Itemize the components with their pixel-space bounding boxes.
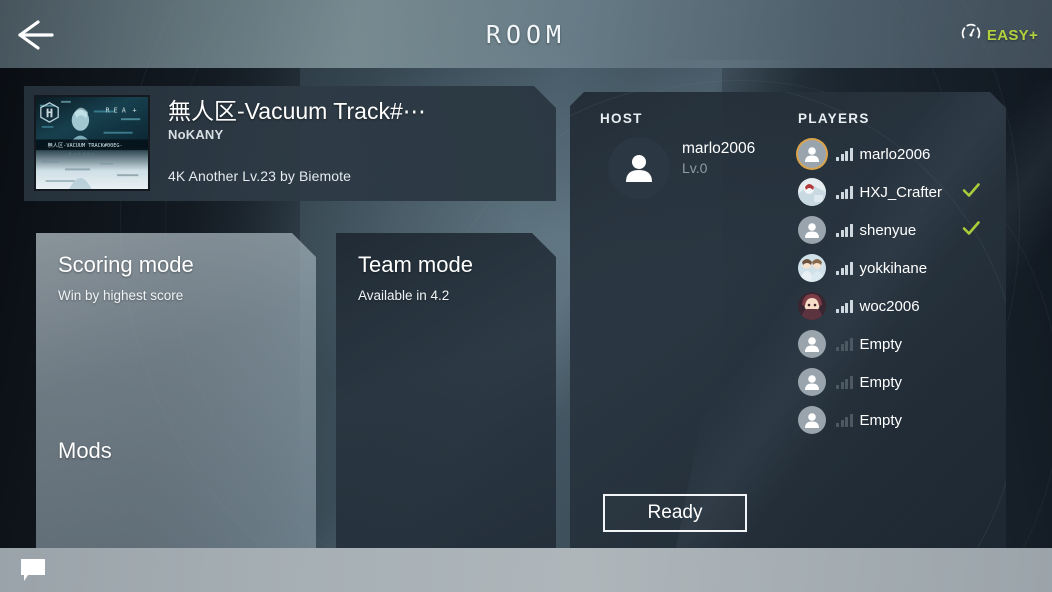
player-row-empty[interactable]: Empty	[798, 325, 998, 363]
signal-bars-icon	[836, 185, 853, 199]
player-row-empty[interactable]: Empty	[798, 401, 998, 439]
ready-button[interactable]: Ready	[603, 494, 747, 532]
player-name: Empty	[859, 411, 903, 429]
player-name: marlo2006	[859, 145, 931, 163]
song-title: 無人区-Vacuum Track#⋯	[168, 98, 426, 124]
ready-check-icon	[961, 180, 981, 200]
svg-text:無人区-VACUUM TRACK#00EG-: 無人区-VACUUM TRACK#00EG-	[48, 141, 123, 149]
player-avatar	[798, 292, 826, 320]
player-name: yokkihane	[859, 259, 928, 277]
bottom-bar	[0, 548, 1052, 592]
app-stage: ROOM EASY+ R E A + 無人区-VACUUM TRACK#00EG…	[0, 0, 1052, 592]
mods-label[interactable]: Mods	[58, 438, 112, 464]
top-bar: ROOM EASY+	[0, 0, 1052, 68]
players-column-label: PLAYERS	[798, 111, 870, 126]
person-icon	[802, 144, 822, 164]
ready-check-icon	[961, 218, 981, 238]
svg-text:+: +	[133, 106, 137, 114]
player-name: shenyue	[859, 221, 917, 239]
player-row[interactable]: woc2006	[798, 287, 998, 325]
player-avatar	[798, 178, 826, 206]
room-players-panel: HOST PLAYERS marlo2006 Lv.0 marlo2006 HXJ…	[570, 92, 1006, 548]
scoring-mode-panel[interactable]: Scoring mode Win by highest score Mods	[36, 233, 316, 548]
player-row[interactable]: marlo2006	[798, 135, 998, 173]
signal-bars-icon	[836, 375, 853, 389]
album-cover: R E A + 無人区-VACUUM TRACK#00EG- N o K A N…	[34, 95, 150, 191]
host-name: marlo2006	[682, 140, 756, 157]
song-artist: NoKANY	[168, 127, 224, 142]
player-name: HXJ_Crafter	[859, 183, 943, 201]
player-row[interactable]: yokkihane	[798, 249, 998, 287]
player-avatar	[798, 140, 826, 168]
song-info-panel[interactable]: R E A + 無人区-VACUUM TRACK#00EG- N o K A N…	[24, 86, 556, 201]
scoring-mode-title: Scoring mode	[58, 252, 194, 277]
ready-check-icon	[961, 218, 981, 238]
player-avatar	[798, 368, 826, 396]
player-avatar	[798, 216, 826, 244]
person-icon	[802, 334, 822, 354]
person-icon	[802, 372, 822, 392]
signal-bars-icon	[836, 337, 853, 351]
page-title: ROOM	[485, 19, 567, 49]
team-mode-title: Team mode	[358, 252, 473, 277]
player-avatar	[798, 330, 826, 358]
player-avatar	[798, 406, 826, 434]
team-mode-panel[interactable]: Team mode Available in 4.2	[336, 233, 556, 548]
host-avatar	[608, 137, 670, 199]
player-row[interactable]: HXJ_Crafter	[798, 173, 998, 211]
person-icon	[620, 149, 658, 187]
person-icon	[802, 220, 822, 240]
ready-check-icon	[961, 180, 981, 200]
player-row-empty[interactable]: Empty	[798, 363, 998, 401]
signal-bars-icon	[836, 223, 853, 237]
player-name: woc2006	[859, 297, 920, 315]
song-difficulty: 4K Another Lv.23 by Biemote	[168, 168, 351, 184]
signal-bars-icon	[836, 261, 853, 275]
host-level: Lv.0	[682, 160, 708, 176]
difficulty-badge[interactable]: EASY+	[960, 22, 1038, 49]
signal-bars-icon	[836, 147, 853, 161]
gauge-icon	[960, 22, 982, 49]
player-row[interactable]: shenyue	[798, 211, 998, 249]
song-text-block: 無人区-Vacuum Track#⋯ NoKANY	[168, 96, 542, 142]
svg-text:R E A: R E A	[106, 106, 126, 114]
person-icon	[802, 410, 822, 430]
difficulty-label: EASY+	[986, 27, 1038, 44]
svg-text:N o K A N Y: N o K A N Y	[69, 151, 95, 156]
chat-bubble-icon[interactable]	[20, 558, 46, 582]
signal-bars-icon	[836, 299, 853, 313]
signal-bars-icon	[836, 413, 853, 427]
scoring-mode-subtitle: Win by highest score	[58, 288, 184, 303]
player-list: marlo2006 HXJ_Craftershenyue yokkihane woc2…	[798, 135, 998, 439]
player-name: Empty	[859, 335, 903, 353]
player-avatar	[798, 254, 826, 282]
player-name: Empty	[859, 373, 903, 391]
team-mode-subtitle: Available in 4.2	[358, 288, 450, 303]
host-column-label: HOST	[600, 111, 643, 126]
